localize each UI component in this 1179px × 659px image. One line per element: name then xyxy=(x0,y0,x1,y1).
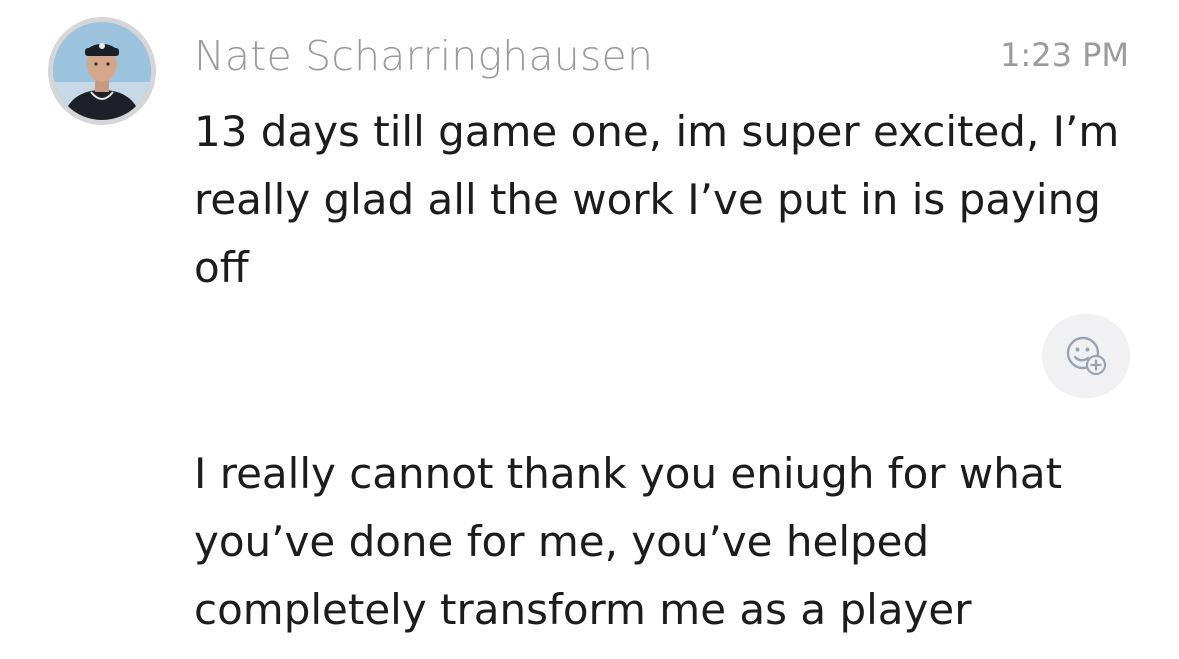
emoji-add-icon xyxy=(1066,336,1107,376)
avatar-photo xyxy=(53,22,151,120)
message-text-1: 13 days till game one, im super excited,… xyxy=(194,107,1120,292)
add-reaction-button[interactable] xyxy=(1042,314,1130,398)
sender-name[interactable]: Nate Scharringhausen xyxy=(194,32,653,80)
message-timestamp: 1:23 PM xyxy=(1000,36,1129,74)
profile-photo-icon xyxy=(53,22,151,120)
avatar[interactable] xyxy=(48,17,156,125)
message-item: Nate Scharringhausen 1:23 PM 13 days til… xyxy=(0,0,1179,659)
message-text-2: I really cannot thank you eniugh for wha… xyxy=(194,449,1063,634)
